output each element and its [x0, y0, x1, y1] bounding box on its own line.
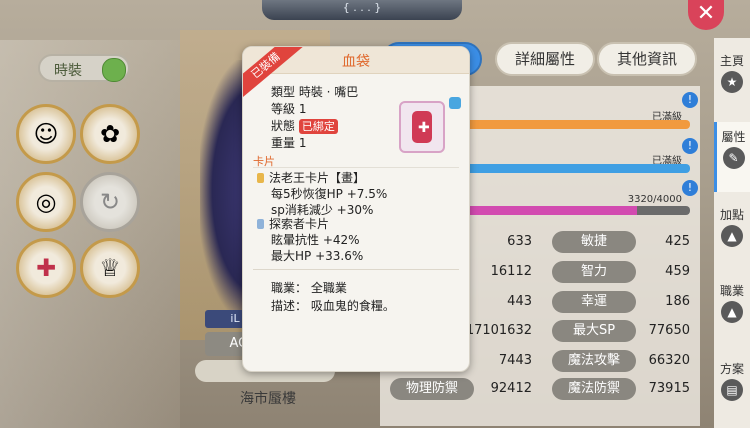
character-name: 海市蜃樓 [240, 391, 296, 407]
stat-label: 智力 [552, 261, 636, 283]
card-section-header: 卡片 [253, 153, 459, 168]
stat-value: 66320 [648, 353, 690, 368]
card-effect: 最大HP +33.6% [271, 249, 364, 263]
flower-icon: ✿ [99, 120, 121, 148]
toggle-knob-icon [102, 58, 126, 82]
status-label: 狀態 [271, 119, 296, 133]
tab-other-info[interactable]: 其他資訊 [597, 42, 697, 76]
side-item-stat-points[interactable]: 加點 ▲ [714, 206, 750, 247]
bar-text-3: 3320/4000 [627, 194, 682, 205]
stat-value: 73915 [648, 381, 690, 396]
dress-icon: ♕ [99, 254, 121, 282]
blood-bag-item-icon: ✚ [399, 101, 445, 153]
item-job: 職業： 全職業 [271, 281, 347, 295]
item-description: 描述： 吸血鬼的食糧。 [271, 299, 395, 313]
list-icon: ▤ [721, 379, 743, 401]
ring-icon: ◎ [35, 188, 57, 216]
top-decoration: { . . . } [262, 0, 462, 20]
side-item-job[interactable]: 職業 ▲ [714, 282, 750, 323]
card-name: 法老王卡片【畫】 [269, 171, 366, 185]
item-type: 類型 時裝 · 嘴巴 [271, 85, 359, 99]
top-text: { . . . } [342, 1, 382, 14]
close-button[interactable]: ✕ [688, 0, 724, 30]
stat-label: 敏捷 [552, 231, 636, 253]
blue-card-icon [257, 219, 264, 229]
arrow-up-icon: ▲ [721, 301, 743, 323]
stat-value: 459 [665, 264, 690, 279]
star-icon: ★ [721, 71, 743, 93]
arrow-up-icon: ▲ [721, 225, 743, 247]
refresh-icon: ↻ [99, 188, 121, 216]
side-item-label: 職業 [719, 284, 744, 298]
card-name: 探索者卡片 [269, 217, 330, 231]
stat-value: 425 [665, 234, 690, 249]
stat-label: 物理防禦 [390, 378, 474, 400]
slot-empty[interactable]: ↻ [80, 172, 140, 232]
slot-mouth[interactable]: ✚ [16, 238, 76, 298]
blood-bag-icon: ✚ [35, 254, 57, 282]
costume-panel [0, 40, 180, 428]
item-status: 狀態 已綁定 [271, 117, 338, 134]
face-icon: ☺ [33, 120, 59, 148]
stat-label: 魔法防禦 [552, 378, 636, 400]
side-item-label: 加點 [719, 208, 744, 222]
slot-garment[interactable]: ♕ [80, 238, 140, 298]
side-item-label: 方案 [719, 362, 744, 376]
tab-detailed-attributes[interactable]: 詳細屬性 [495, 42, 595, 76]
side-item-plan[interactable]: 方案 ▤ [714, 360, 750, 401]
info-icon[interactable]: ! [682, 180, 698, 196]
info-icon[interactable]: ! [682, 138, 698, 154]
side-item-label: 主頁 [719, 54, 744, 68]
stat-label: 幸運 [552, 291, 636, 313]
stat-value: 186 [665, 294, 690, 309]
bound-badge: 已綁定 [298, 119, 338, 134]
slot-face[interactable]: ◎ [16, 172, 76, 232]
costume-toggle[interactable]: 時裝 [38, 54, 130, 82]
divider [253, 269, 459, 270]
lock-icon [449, 97, 461, 109]
side-menu: 主頁 ★ 屬性 ✎ 加點 ▲ 職業 ▲ 方案 ▤ [714, 38, 750, 428]
stat-label: 最大SP [552, 320, 636, 342]
item-weight: 重量 1 [271, 136, 307, 150]
side-item-label: 屬性 [721, 130, 746, 144]
info-icon[interactable]: ! [682, 92, 698, 108]
costume-toggle-label: 時裝 [54, 63, 82, 79]
item-tooltip: 血袋 已裝備 類型 時裝 · 嘴巴 等級 1 狀態 已綁定 重量 1 ✚ 卡片 … [242, 46, 470, 372]
card-effect: 每5秒恢復HP +7.5% [271, 187, 388, 201]
card-effect: 眩暈抗性 +42% [271, 233, 360, 247]
edit-icon: ✎ [722, 147, 745, 169]
item-level: 等級 1 [271, 102, 307, 116]
slot-headwear[interactable]: ✿ [80, 104, 140, 164]
side-item-home[interactable]: 主頁 ★ [714, 52, 750, 93]
side-item-attributes[interactable]: 屬性 ✎ [714, 122, 750, 192]
stat-value: 7443 [498, 353, 532, 368]
gold-card-icon [257, 173, 264, 183]
stat-value: 633 [507, 234, 532, 249]
stat-value: 443 [507, 294, 532, 309]
stat-label: 魔法攻擊 [552, 350, 636, 372]
stat-value: 77650 [648, 323, 690, 338]
stat-value: 92412 [490, 381, 532, 396]
stat-value: 16112 [490, 264, 532, 279]
slot-head[interactable]: ☺ [16, 104, 76, 164]
